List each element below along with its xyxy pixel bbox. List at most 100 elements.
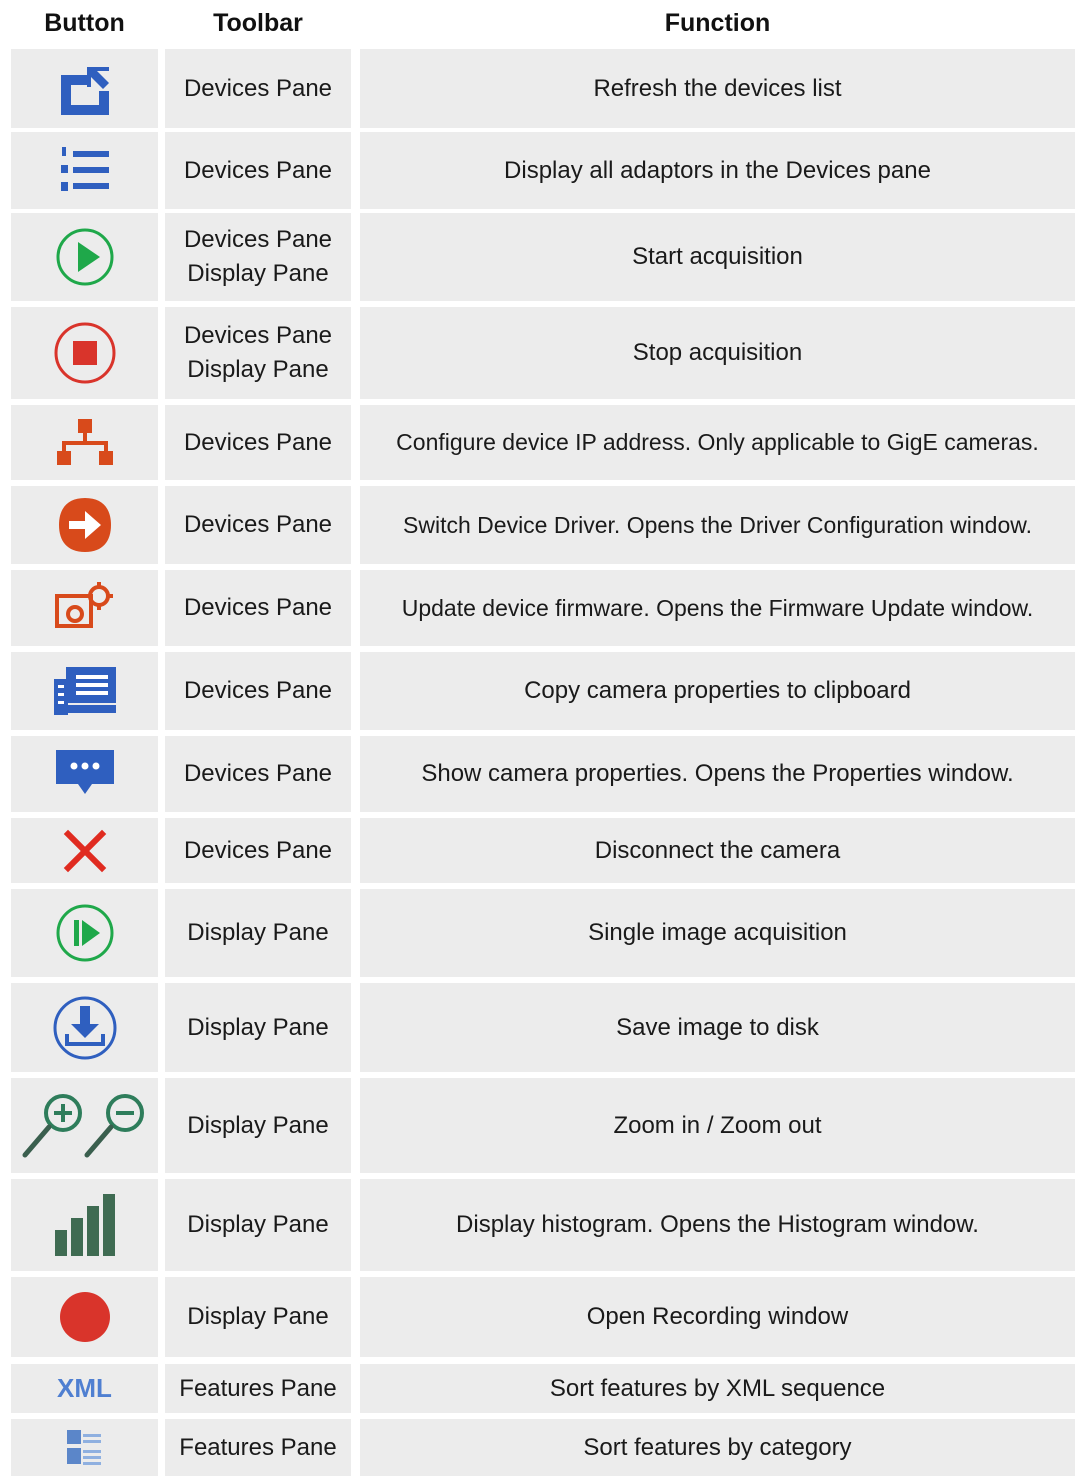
table-row: Devices Pane Show camera properties. Open… bbox=[0, 736, 1075, 812]
function-cell: Stop acquisition bbox=[360, 307, 1075, 399]
category-sort-icon bbox=[65, 1428, 105, 1468]
histogram-icon bbox=[52, 1192, 118, 1258]
switch-driver-icon bbox=[55, 495, 115, 555]
button-cell bbox=[11, 49, 158, 128]
numbered-list-icon bbox=[57, 143, 113, 199]
toolbar-cell: Display Pane bbox=[165, 889, 351, 977]
table-row: Devices Pane Display Pane Stop acquisition bbox=[0, 307, 1075, 399]
table-row: Devices Pane Update device firmware. Open… bbox=[0, 570, 1075, 646]
function-cell: Open Recording window bbox=[360, 1277, 1075, 1357]
table-row: Features Pane Sort features by category bbox=[0, 1419, 1075, 1476]
toolbar-label: Features Pane bbox=[179, 1374, 337, 1402]
function-text: Sort features by XML sequence bbox=[549, 1374, 886, 1402]
play-icon bbox=[54, 226, 116, 288]
table-row: XML Features Pane Sort features by XML seq… bbox=[0, 1364, 1075, 1413]
stop-icon bbox=[53, 321, 117, 385]
toolbar-cell: Devices Pane bbox=[165, 818, 351, 883]
function-text: Switch Device Driver. Opens the Driver C… bbox=[403, 511, 1032, 538]
toolbar-cell: Display Pane bbox=[165, 983, 351, 1072]
function-text: Open Recording window bbox=[586, 1303, 849, 1330]
toolbar-label: Devices Pane bbox=[183, 836, 333, 864]
header-toolbar: Toolbar bbox=[213, 9, 303, 37]
function-cell: Refresh the devices list bbox=[360, 49, 1075, 128]
save-icon bbox=[51, 994, 119, 1062]
function-text: Display all adaptors in the Devices pane bbox=[504, 156, 931, 184]
toolbar-label: Devices Pane bbox=[183, 760, 333, 787]
zoom-icon bbox=[19, 1091, 151, 1161]
firmware-update-icon bbox=[53, 580, 117, 636]
function-text: Refresh the devices list bbox=[593, 74, 842, 102]
function-cell: Single image acquisition bbox=[360, 889, 1075, 977]
toolbar-label: Display Pane bbox=[187, 1211, 329, 1238]
toolbar-cell: Devices Pane bbox=[165, 132, 351, 209]
header-button: Button bbox=[44, 9, 125, 37]
button-cell bbox=[11, 1277, 158, 1357]
table-row: Devices Pane Display all adaptors in the … bbox=[0, 132, 1075, 209]
function-text: Stop acquisition bbox=[632, 339, 803, 366]
button-cell bbox=[11, 1078, 158, 1173]
function-cell: Update device firmware. Opens the Firmwa… bbox=[360, 570, 1075, 646]
table-row: Display Pane Single image acquisition bbox=[0, 889, 1075, 977]
record-icon bbox=[58, 1290, 112, 1344]
table-row: Display Pane Zoom in / Zoom out bbox=[0, 1078, 1075, 1173]
table-row: Display Pane Open Recording window bbox=[0, 1277, 1075, 1357]
toolbar-cell: Devices Pane Display Pane bbox=[165, 213, 351, 301]
function-cell: Sort features by XML sequence bbox=[360, 1364, 1075, 1413]
button-cell: XML bbox=[11, 1364, 158, 1413]
toolbar-label: Display Pane bbox=[187, 1111, 329, 1139]
function-cell: Show camera properties. Opens the Proper… bbox=[360, 736, 1075, 812]
header-function: Function bbox=[664, 9, 771, 37]
toolbar-label: Devices Pane bbox=[183, 428, 333, 456]
toolbar-cell: Features Pane bbox=[165, 1419, 351, 1476]
button-cell bbox=[11, 818, 158, 883]
toolbar-cell: Devices Pane bbox=[165, 49, 351, 128]
table-row: Devices Pane Refresh the devices list bbox=[0, 49, 1075, 128]
function-cell: Save image to disk bbox=[360, 983, 1075, 1072]
table-header: Button Toolbar Function bbox=[0, 0, 1075, 46]
toolbar-label: Features Pane bbox=[179, 1433, 337, 1461]
function-text: Sort features by category bbox=[583, 1433, 852, 1461]
toolbar-label: Devices Pane bbox=[183, 594, 333, 621]
table-row: Devices Pane Display Pane Start acquisitio… bbox=[0, 213, 1075, 301]
table-row: Devices Pane Switch Device Driver. Opens … bbox=[0, 486, 1075, 564]
toolbar-label: Devices Pane bbox=[183, 677, 333, 704]
button-cell bbox=[11, 486, 158, 564]
toolbar-cell: Display Pane bbox=[165, 1078, 351, 1173]
button-cell bbox=[11, 307, 158, 399]
toolbar-buttons-table: Button Toolbar Function Devices Pane Refr… bbox=[0, 0, 1075, 1476]
button-cell bbox=[11, 213, 158, 301]
toolbar-label: Devices Pane bbox=[183, 74, 333, 102]
toolbar-cell: Devices Pane bbox=[165, 405, 351, 480]
function-cell: Copy camera properties to clipboard bbox=[360, 652, 1075, 730]
toolbar-label: Devices Pane bbox=[183, 322, 333, 349]
function-text: Zoom in / Zoom out bbox=[613, 1111, 822, 1139]
button-cell bbox=[11, 652, 158, 730]
button-cell bbox=[11, 889, 158, 977]
toolbar-cell: Devices Pane Display Pane bbox=[165, 307, 351, 399]
table-row: Devices Pane Disconnect the camera bbox=[0, 818, 1075, 883]
function-cell: Switch Device Driver. Opens the Driver C… bbox=[360, 486, 1075, 564]
button-cell bbox=[11, 570, 158, 646]
button-cell bbox=[11, 736, 158, 812]
button-cell bbox=[11, 983, 158, 1072]
function-cell: Configure device IP address. Only applic… bbox=[360, 405, 1075, 480]
xml-sort-icon: XML bbox=[57, 1373, 112, 1403]
button-cell bbox=[11, 405, 158, 480]
table-row: Display Pane Display histogram. Opens the… bbox=[0, 1179, 1075, 1271]
toolbar-label: Devices Pane bbox=[183, 511, 333, 538]
table-row: Devices Pane Copy camera properties to cl… bbox=[0, 652, 1075, 730]
function-cell: Zoom in / Zoom out bbox=[360, 1078, 1075, 1173]
toolbar-label: Devices Pane bbox=[183, 156, 333, 184]
toolbar-cell: Devices Pane bbox=[165, 736, 351, 812]
function-text: Update device firmware. Opens the Firmwa… bbox=[401, 594, 1034, 621]
table-row: Display Pane Save image to disk bbox=[0, 983, 1075, 1072]
function-text: Start acquisition bbox=[632, 243, 803, 270]
toolbar-cell: Devices Pane bbox=[165, 570, 351, 646]
toolbar-cell: Devices Pane bbox=[165, 652, 351, 730]
function-text: Copy camera properties to clipboard bbox=[524, 677, 911, 704]
toolbar-label: Display Pane bbox=[187, 356, 329, 383]
properties-icon bbox=[54, 748, 116, 800]
function-text: Show camera properties. Opens the Proper… bbox=[421, 760, 1014, 787]
toolbar-cell: Features Pane bbox=[165, 1364, 351, 1413]
toolbar-label: Display Pane bbox=[187, 919, 329, 946]
